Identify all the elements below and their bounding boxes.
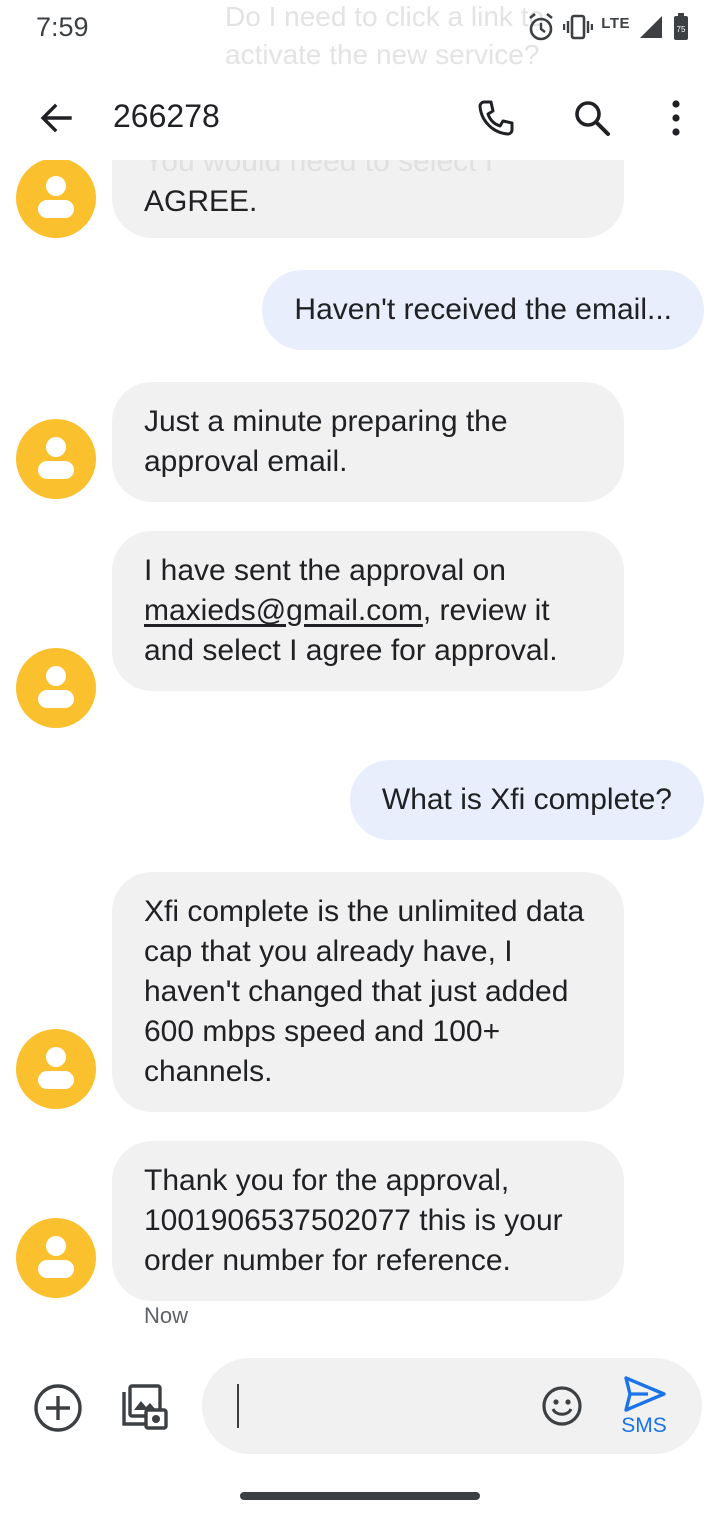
status-time: 7:59 bbox=[36, 12, 89, 42]
incoming-message-bubble[interactable]: Xfi complete is the unlimited data cap t… bbox=[112, 872, 624, 1112]
vibrate-icon bbox=[563, 13, 594, 41]
phone-icon[interactable] bbox=[474, 96, 518, 140]
more-vert-icon[interactable] bbox=[656, 96, 696, 140]
gesture-nav-handle[interactable] bbox=[240, 1492, 480, 1500]
add-attachment-icon[interactable] bbox=[32, 1382, 84, 1434]
incoming-message-bubble[interactable]: You would need to select I AGREE. bbox=[112, 160, 624, 238]
message-text-part: I have sent the approval on bbox=[144, 554, 506, 587]
search-icon[interactable] bbox=[570, 96, 614, 140]
text-message-input[interactable] bbox=[242, 1378, 522, 1434]
scrolled-message-text: You would need to select I bbox=[144, 160, 494, 178]
gallery-camera-icon[interactable] bbox=[116, 1380, 170, 1434]
message-text: Haven't received the email... bbox=[294, 293, 672, 326]
send-icon bbox=[624, 1376, 666, 1412]
emoji-icon[interactable] bbox=[540, 1384, 584, 1428]
message-text: AGREE. bbox=[144, 185, 258, 218]
contact-avatar[interactable] bbox=[16, 1218, 96, 1298]
status-bar: Do I need to click a link to activate th… bbox=[0, 0, 720, 70]
conversation-toolbar: 266278 bbox=[0, 76, 720, 160]
incoming-message-bubble[interactable]: I have sent the approval on maxieds@gmai… bbox=[112, 531, 624, 691]
message-timestamp: Now bbox=[144, 1303, 189, 1328]
battery-level: 75 bbox=[677, 25, 686, 34]
send-sms-button[interactable]: SMS bbox=[616, 1374, 672, 1440]
message-text: Thank you for the approval, 100190653750… bbox=[144, 1164, 563, 1277]
battery-icon: 75 bbox=[672, 12, 690, 42]
message-text: Just a minute preparing the approval ema… bbox=[144, 405, 508, 478]
status-icons: LTE 75 bbox=[527, 10, 690, 44]
back-arrow-icon[interactable] bbox=[34, 96, 78, 140]
contact-title[interactable]: 266278 bbox=[113, 98, 220, 135]
outgoing-message-bubble[interactable]: Haven't received the email... bbox=[262, 270, 704, 350]
signal-icon bbox=[638, 14, 664, 40]
alarm-icon bbox=[527, 12, 555, 42]
send-label: SMS bbox=[621, 1414, 667, 1437]
outgoing-message-bubble[interactable]: What is Xfi complete? bbox=[349, 760, 704, 840]
contact-avatar[interactable] bbox=[16, 160, 96, 238]
contact-avatar[interactable] bbox=[16, 648, 96, 728]
email-link[interactable]: maxieds@gmail.com bbox=[144, 594, 423, 627]
compose-bar: SMS bbox=[0, 1340, 720, 1470]
network-type: LTE bbox=[601, 14, 630, 32]
message-input-field[interactable]: SMS bbox=[202, 1358, 702, 1454]
message-list[interactable]: You would need to select I AGREE. Haven'… bbox=[0, 160, 720, 1340]
text-cursor bbox=[237, 1384, 239, 1428]
contact-avatar[interactable] bbox=[16, 419, 96, 499]
message-text: Xfi complete is the unlimited data cap t… bbox=[144, 895, 585, 1088]
message-text: What is Xfi complete? bbox=[381, 783, 672, 816]
incoming-message-bubble[interactable]: Just a minute preparing the approval ema… bbox=[112, 382, 624, 502]
contact-avatar[interactable] bbox=[16, 1029, 96, 1109]
incoming-message-bubble[interactable]: Thank you for the approval, 100190653750… bbox=[112, 1141, 624, 1301]
